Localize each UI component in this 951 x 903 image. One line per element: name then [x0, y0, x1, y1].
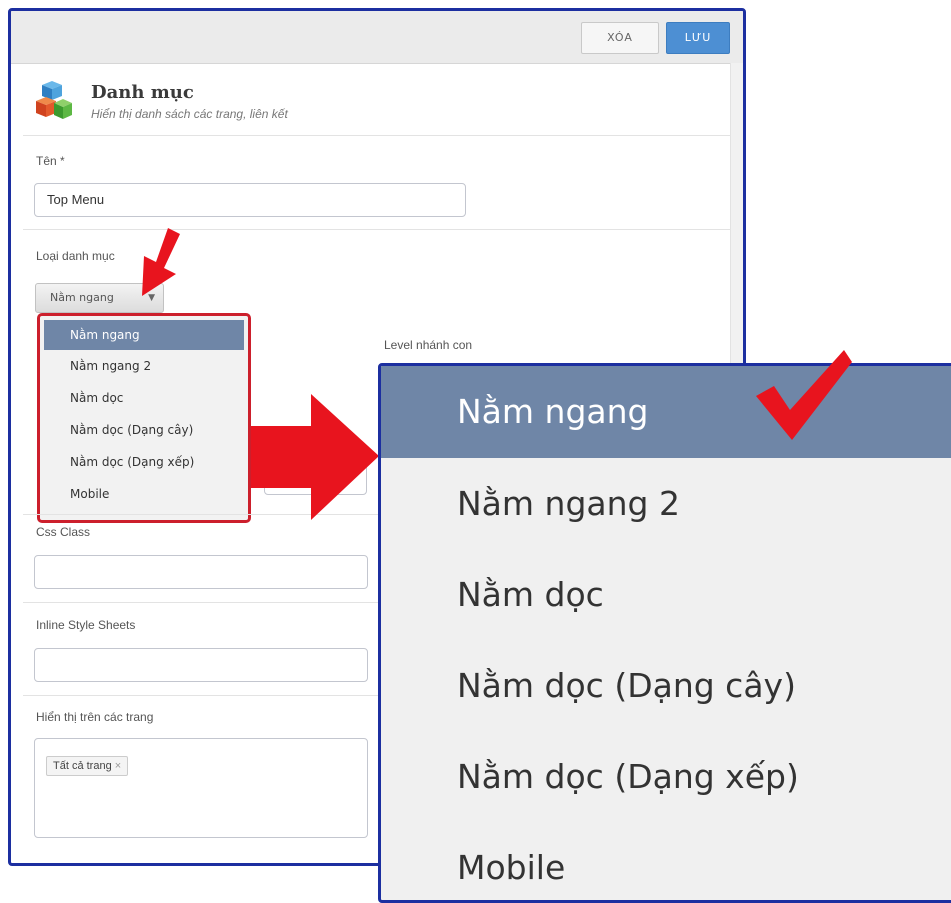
menu-type-label: Loại danh mục	[36, 249, 115, 263]
divider	[23, 135, 731, 136]
dropdown-option[interactable]: Nằm ngang	[44, 320, 244, 350]
zoomed-option[interactable]: Nằm dọc	[381, 549, 951, 640]
zoomed-option[interactable]: Nằm dọc (Dạng xếp)	[381, 731, 951, 822]
inline-style-input[interactable]	[34, 648, 368, 682]
page-subtitle: Hiển thị danh sách các trang, liên kết	[91, 107, 288, 121]
zoomed-option[interactable]: Nằm dọc (Dạng cây)	[381, 640, 951, 731]
page-title: Danh mục	[91, 82, 194, 103]
zoomed-option[interactable]: Nằm ngang	[381, 366, 951, 458]
inline-style-label: Inline Style Sheets	[36, 618, 136, 632]
delete-button[interactable]: XÓA	[581, 22, 659, 54]
zoomed-dropdown: Nằm ngang Nằm ngang 2 Nằm dọc Nằm dọc (D…	[378, 363, 951, 903]
dropdown-option[interactable]: Nằm dọc (Dạng cây)	[40, 414, 248, 446]
dropdown-option[interactable]: Mobile	[40, 478, 248, 510]
arrow-icon	[251, 394, 379, 520]
menu-type-dropdown: Nằm ngang Nằm ngang 2 Nằm dọc Nằm dọc (D…	[37, 313, 251, 523]
dropdown-option[interactable]: Nằm dọc	[40, 382, 248, 414]
css-class-input[interactable]	[34, 555, 368, 589]
page-tag: Tất cả trang ×	[46, 756, 129, 776]
dropdown-option[interactable]: Nằm dọc (Dạng xếp)	[40, 446, 248, 478]
arrow-icon	[142, 228, 180, 296]
pages-label: Hiển thị trên các trang	[36, 710, 154, 724]
name-label: Tên *	[36, 154, 65, 168]
name-input[interactable]: Top Menu	[34, 183, 466, 217]
zoomed-option[interactable]: Nằm ngang 2	[381, 458, 951, 549]
zoomed-option[interactable]: Mobile	[381, 822, 951, 900]
page-tag-label: Tất cả trang	[53, 760, 112, 772]
pages-tag-input[interactable]	[34, 738, 368, 838]
toolbar: XÓA LƯU	[11, 11, 743, 64]
dropdown-option[interactable]: Nằm ngang 2	[40, 350, 248, 382]
menu-type-selected: Nằm ngang	[50, 291, 114, 304]
checkmark-icon	[756, 350, 852, 440]
stacked-cubes-icon	[36, 81, 72, 119]
css-class-label: Css Class	[36, 525, 91, 539]
child-level-label: Level nhánh con	[384, 338, 473, 352]
tag-remove-icon[interactable]: ×	[115, 760, 121, 772]
save-button[interactable]: LƯU	[666, 22, 730, 54]
